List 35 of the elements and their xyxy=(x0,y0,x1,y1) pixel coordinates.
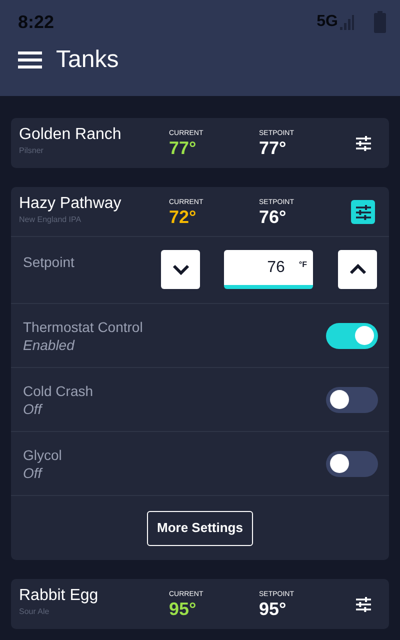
setpoint-temperature: 95° xyxy=(259,599,288,619)
settings-button[interactable] xyxy=(351,200,375,224)
decrease-button[interactable] xyxy=(161,250,200,289)
chevron-down-icon xyxy=(172,264,190,275)
toggle-switch[interactable] xyxy=(326,450,378,476)
tank-name: Rabbit Egg xyxy=(19,586,100,606)
setting-state: Enabled xyxy=(23,336,76,354)
network-label: 5G xyxy=(316,12,338,32)
toggle-switch[interactable] xyxy=(326,322,378,348)
setpoint-temperature: 76° xyxy=(259,207,288,227)
current-temperature: 77° xyxy=(169,138,198,158)
current-temperature: 72° xyxy=(169,207,198,227)
beer-style: New England IPA xyxy=(19,214,82,226)
menu-icon[interactable] xyxy=(18,51,42,69)
setting-state: Off xyxy=(23,400,44,418)
current-temperature: 95° xyxy=(169,599,198,619)
setting-label: Glycol xyxy=(23,446,63,464)
tank-name: Hazy Pathway xyxy=(19,194,122,214)
page-title: Tanks xyxy=(56,45,119,75)
setpoint-temperature: 77° xyxy=(259,138,288,158)
status-time: 8:22 xyxy=(18,10,54,34)
beer-style: Sour Ale xyxy=(19,606,50,618)
chevron-up-icon xyxy=(348,264,366,275)
setting-label: Cold Crash xyxy=(23,382,94,400)
battery-icon xyxy=(374,11,386,33)
increase-button[interactable] xyxy=(338,250,377,289)
tank-name: Golden Ranch xyxy=(19,125,122,145)
setpoint-field[interactable]: 76 °F xyxy=(224,250,313,289)
setting-state: Off xyxy=(23,464,44,482)
signal-icon xyxy=(340,14,354,30)
more-settings-button[interactable]: More Settings xyxy=(147,510,253,546)
setting-label: Setpoint xyxy=(23,253,76,272)
toggle-switch[interactable] xyxy=(326,386,378,412)
setting-label: Thermostat Control xyxy=(23,318,144,336)
beer-style: Pilsner xyxy=(19,145,44,157)
